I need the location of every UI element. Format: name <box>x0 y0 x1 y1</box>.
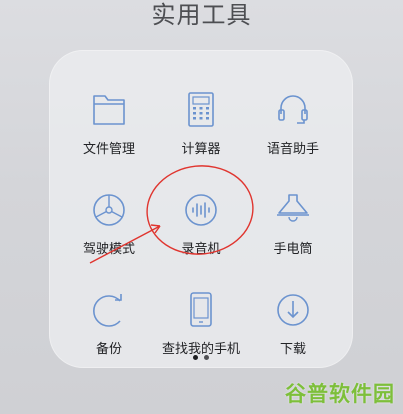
find-phone-icon <box>176 287 226 333</box>
folder-panel: 文件管理 计算器 语音助手 驾驶模式 录音机 手电筒 备份 查找我的手机 下载 <box>49 50 353 368</box>
folder-title: 实用工具 <box>151 1 252 29</box>
calculator-icon <box>176 87 226 133</box>
download-icon <box>268 287 318 333</box>
headset-icon <box>268 87 318 133</box>
app-label: 手电筒 <box>273 242 313 257</box>
watermark-logo: 谷普软件园 <box>285 382 395 406</box>
app-voice-assistant[interactable]: 语音助手 <box>243 60 343 158</box>
steering-wheel-icon <box>84 187 134 233</box>
flashlight-icon <box>268 187 318 233</box>
page-dot[interactable] <box>204 355 209 360</box>
page-indicator <box>49 350 353 360</box>
backup-refresh-icon <box>84 287 134 333</box>
app-download[interactable]: 下载 <box>243 260 343 358</box>
page-dot-active[interactable] <box>193 355 198 360</box>
app-label: 语音助手 <box>266 142 319 157</box>
app-flashlight[interactable]: 手电筒 <box>243 160 343 258</box>
folder-icon <box>84 87 134 133</box>
sound-wave-icon <box>176 187 226 233</box>
